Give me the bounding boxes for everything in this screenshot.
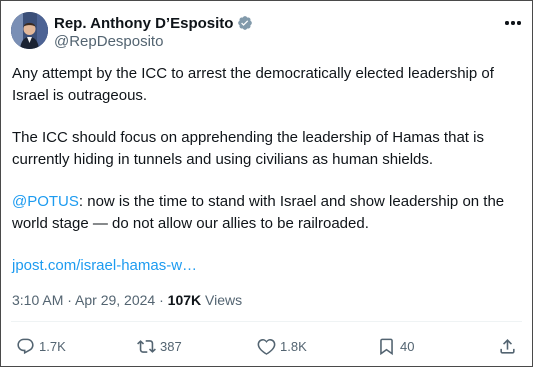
verified-badge-icon (237, 15, 253, 31)
avatar[interactable] (11, 12, 48, 49)
like-count: 1.8K (280, 338, 307, 354)
share-button[interactable] (498, 334, 521, 358)
tweet-link[interactable]: @POTUS (12, 193, 79, 210)
repost-icon (137, 339, 156, 353)
reply-icon (17, 338, 34, 354)
tweet-meta: 3:10 AM · Apr 29, 2024 · 107K Views (12, 292, 242, 308)
views-label: Views (201, 292, 243, 308)
tweet-card: Rep. Anthony D’Esposito @RepDesposito An… (0, 0, 533, 367)
bookmark-icon (380, 338, 393, 355)
reply-count: 1.7K (39, 338, 66, 354)
heart-icon (257, 338, 276, 355)
tweet-text-segment: Any attempt by the ICC to arrest the dem… (12, 65, 494, 104)
tweet-paragraph: Any attempt by the ICC to arrest the dem… (12, 63, 524, 106)
action-bar: 1.7K 387 1.8K 40 (1, 334, 533, 358)
timestamp[interactable]: 3:10 AM · Apr 29, 2024 · (12, 292, 168, 308)
tweet-link[interactable]: jpost.com/israel-hamas-w… (12, 257, 197, 274)
bookmark-button[interactable]: 40 (377, 334, 414, 358)
author-name[interactable]: Rep. Anthony D’Esposito (54, 15, 233, 32)
reply-button[interactable]: 1.7K (16, 334, 66, 358)
tweet-paragraph: @POTUS: now is the time to stand with Is… (12, 191, 524, 234)
repost-count: 387 (160, 338, 182, 354)
tweet-paragraph: jpost.com/israel-hamas-w… (12, 255, 524, 277)
bookmark-count: 40 (400, 338, 415, 354)
divider (11, 321, 522, 322)
views-count: 107K (167, 292, 202, 308)
like-button[interactable]: 1.8K (257, 334, 307, 358)
share-icon (500, 338, 515, 354)
repost-button[interactable]: 387 (137, 334, 182, 358)
author-handle[interactable]: @RepDesposito (54, 33, 163, 50)
tweet-text-segment: The ICC should focus on apprehending the… (12, 129, 484, 168)
tweet-paragraph: The ICC should focus on apprehending the… (12, 127, 524, 170)
more-options-icon[interactable] (501, 14, 525, 32)
tweet-text: Any attempt by the ICC to arrest the dem… (12, 63, 524, 298)
tweet-text-segment: : now is the time to stand with Israel a… (12, 193, 505, 232)
